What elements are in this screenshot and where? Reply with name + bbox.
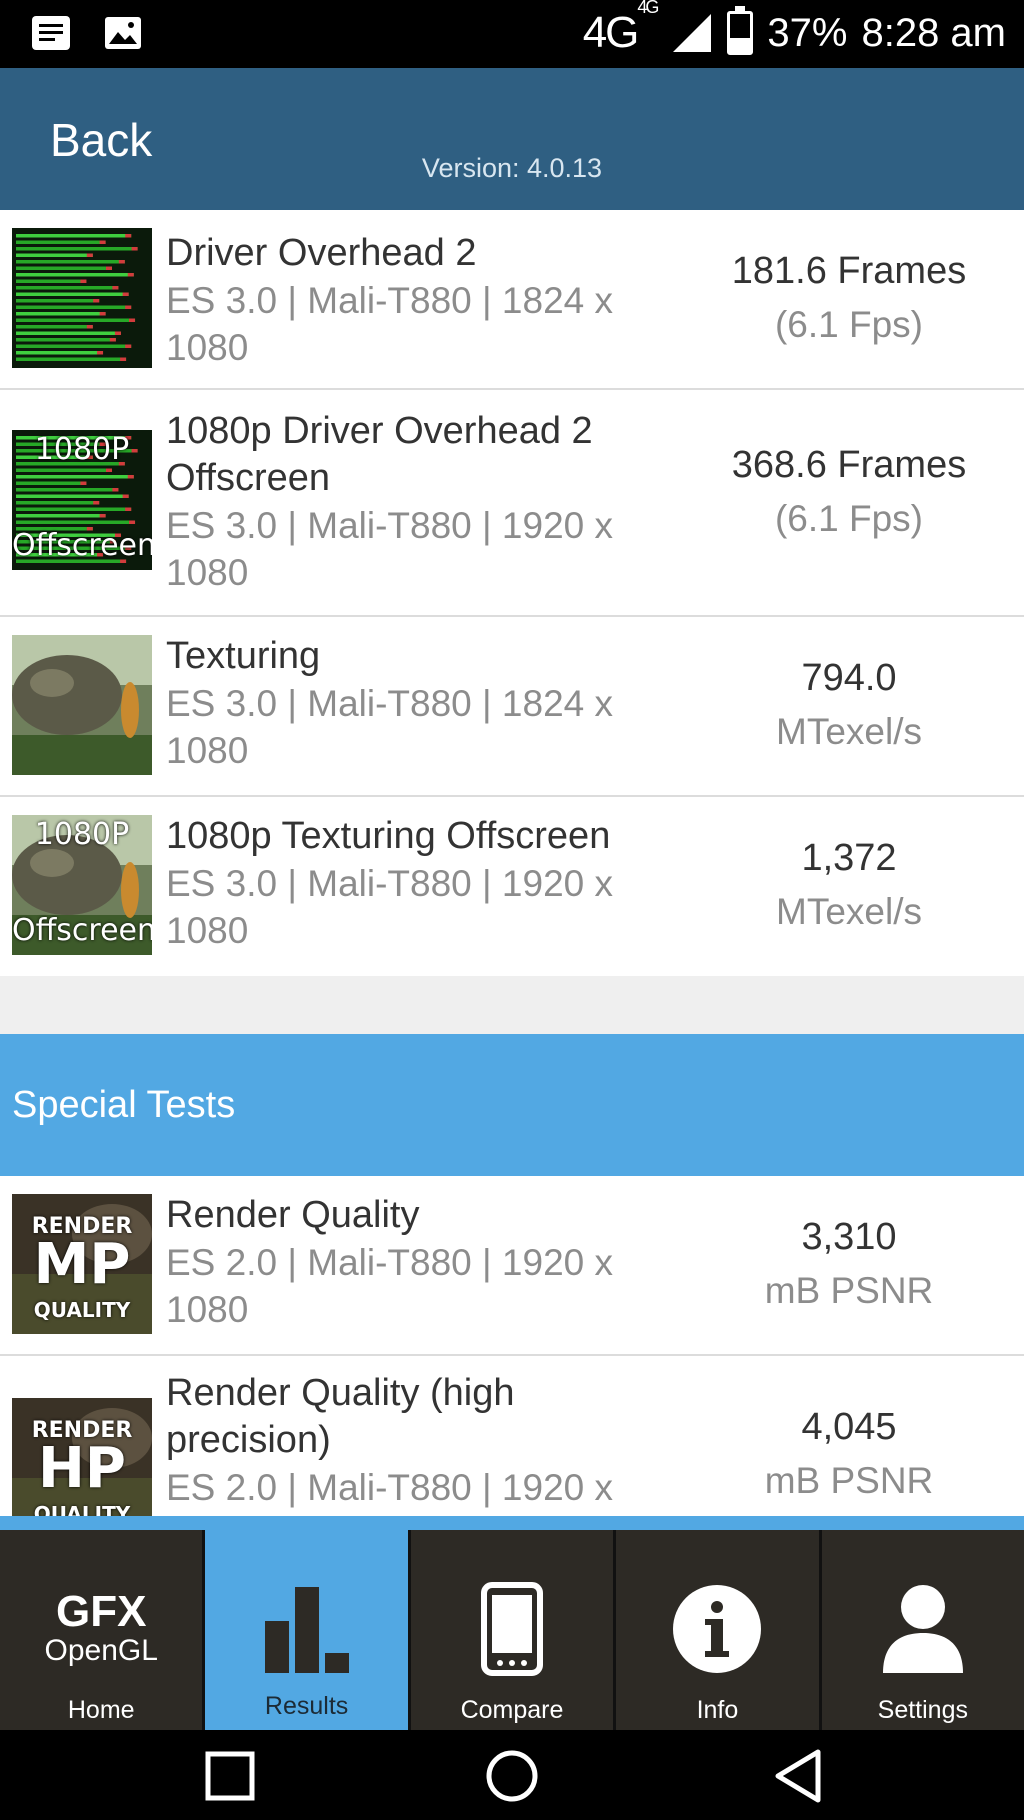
battery-percent: 37% <box>767 10 848 55</box>
thumb-label-top: 1080P <box>34 817 130 852</box>
render-quality-thumbnail: RENDER MP QUALITY <box>12 1194 152 1334</box>
network-type: 4G4G <box>582 0 660 57</box>
score-unit: (6.1 Fps) <box>774 304 924 345</box>
tab-label: Compare <box>460 1696 564 1724</box>
test-spec: ES 3.0 | Mali-T880 | 1824 x 1080 <box>166 280 613 368</box>
badge-main: MP <box>33 1232 131 1297</box>
section-title: Special Tests <box>12 1084 236 1126</box>
battery-icon <box>727 6 754 55</box>
tab-label: Home <box>67 1696 135 1724</box>
badge-bottom: QUALITY <box>33 1298 131 1322</box>
test-spec: ES 3.0 | Mali-T880 | 1824 x 1080 <box>166 683 613 771</box>
image-icon <box>105 17 141 49</box>
score-value: 181.6 Frames <box>731 250 967 292</box>
special-results-list[interactable]: RENDER MP QUALITY Render Quality ES 2.0 … <box>0 1176 1024 1518</box>
recent-apps-button[interactable] <box>200 1746 260 1806</box>
texturing-thumbnail <box>12 635 152 775</box>
score-unit: MTexel/s <box>776 711 922 752</box>
tab-label: Settings <box>877 1696 968 1724</box>
tab-compare[interactable]: Compare <box>411 1530 617 1730</box>
score-value: 1,372 <box>801 837 897 879</box>
thumb-label-top: 1080P <box>34 432 130 467</box>
test-spec: ES 3.0 | Mali-T880 | 1920 x 1080 <box>166 505 613 593</box>
thumb-label-bottom: Offscreen <box>12 913 152 948</box>
render-quality-thumbnail: RENDER HP QUALITY <box>12 1398 152 1518</box>
system-navigation-bar <box>0 1730 1024 1820</box>
section-spacer <box>0 976 1024 1034</box>
test-name: Driver Overhead 2 <box>166 232 477 274</box>
thumb-label-bottom: Offscreen <box>12 528 152 563</box>
test-name: Render Quality (high precision) <box>166 1372 515 1461</box>
score-value: 4,045 <box>801 1406 897 1448</box>
test-name: Texturing <box>166 635 321 677</box>
back-nav-button[interactable] <box>768 1746 828 1806</box>
test-name: 1080p Driver Overhead 2 Offscreen <box>166 410 593 499</box>
result-row[interactable]: 1080P Offscreen 1080p Driver Overhead 2 … <box>0 390 1024 617</box>
score-value: 3,310 <box>801 1216 897 1258</box>
score-value: 794.0 <box>801 657 897 699</box>
bar-chart-icon <box>205 1574 407 1684</box>
tab-settings[interactable]: Settings <box>822 1530 1024 1730</box>
result-row[interactable]: RENDER MP QUALITY Render Quality ES 2.0 … <box>0 1176 1024 1356</box>
home-button[interactable] <box>482 1746 542 1806</box>
bottom-tab-bar: GFX OpenGL Home Results Compare Info Set… <box>0 1516 1024 1730</box>
version-label: Version: 4.0.13 <box>421 153 603 183</box>
score-value: 368.6 Frames <box>731 444 967 486</box>
info-icon <box>616 1574 818 1684</box>
phone-icon <box>411 1574 613 1684</box>
driver-overhead-thumbnail: 1080P Offscreen <box>12 430 152 570</box>
app-header: Back Version: 4.0.13 <box>0 68 1024 210</box>
test-spec: ES 2.0 | Mali-T880 | 1920 x 1080 <box>166 1242 613 1330</box>
tab-info[interactable]: Info <box>616 1530 822 1730</box>
test-name: 1080p Texturing Offscreen <box>166 815 611 857</box>
result-row[interactable]: Driver Overhead 2 ES 3.0 | Mali-T880 | 1… <box>0 210 1024 390</box>
tab-home[interactable]: GFX OpenGL Home <box>0 1530 206 1730</box>
driver-overhead-thumbnail <box>12 228 152 368</box>
texturing-thumbnail: 1080P Offscreen <box>12 815 152 955</box>
logo-opengl-text: OpenGL <box>44 1634 158 1667</box>
section-header: Special Tests <box>0 1034 1024 1176</box>
badge-main: HP <box>38 1436 126 1501</box>
battery-level <box>730 37 751 52</box>
notification-icon <box>32 16 70 50</box>
test-spec: ES 2.0 | Mali-T880 | 1920 x <box>166 1467 613 1508</box>
tab-label: Results <box>264 1692 349 1720</box>
score-unit: mB PSNR <box>764 1460 934 1501</box>
score-unit: mB PSNR <box>764 1270 934 1311</box>
tab-label: Info <box>696 1696 739 1724</box>
results-list[interactable]: Driver Overhead 2 ES 3.0 | Mali-T880 | 1… <box>0 210 1024 976</box>
tab-results[interactable]: Results <box>205 1530 411 1730</box>
status-bar: 4G4G 37% 8:28 am <box>0 0 1024 68</box>
test-spec: ES 3.0 | Mali-T880 | 1920 x 1080 <box>166 863 613 951</box>
result-row[interactable]: 1080P Offscreen 1080p Texturing Offscree… <box>0 797 1024 976</box>
score-unit: (6.1 Fps) <box>774 498 924 539</box>
user-icon <box>822 1574 1024 1684</box>
logo-gfx-text: GFX <box>55 1587 147 1636</box>
clock: 8:28 am <box>861 10 1006 55</box>
result-row[interactable]: Texturing ES 3.0 | Mali-T880 | 1824 x 10… <box>0 617 1024 797</box>
test-name: Render Quality <box>166 1194 420 1236</box>
gfx-opengl-logo: GFX OpenGL <box>0 1574 202 1684</box>
score-unit: MTexel/s <box>776 891 922 932</box>
result-row[interactable]: RENDER HP QUALITY Render Quality (high p… <box>0 1356 1024 1518</box>
signal-icon <box>673 14 712 52</box>
